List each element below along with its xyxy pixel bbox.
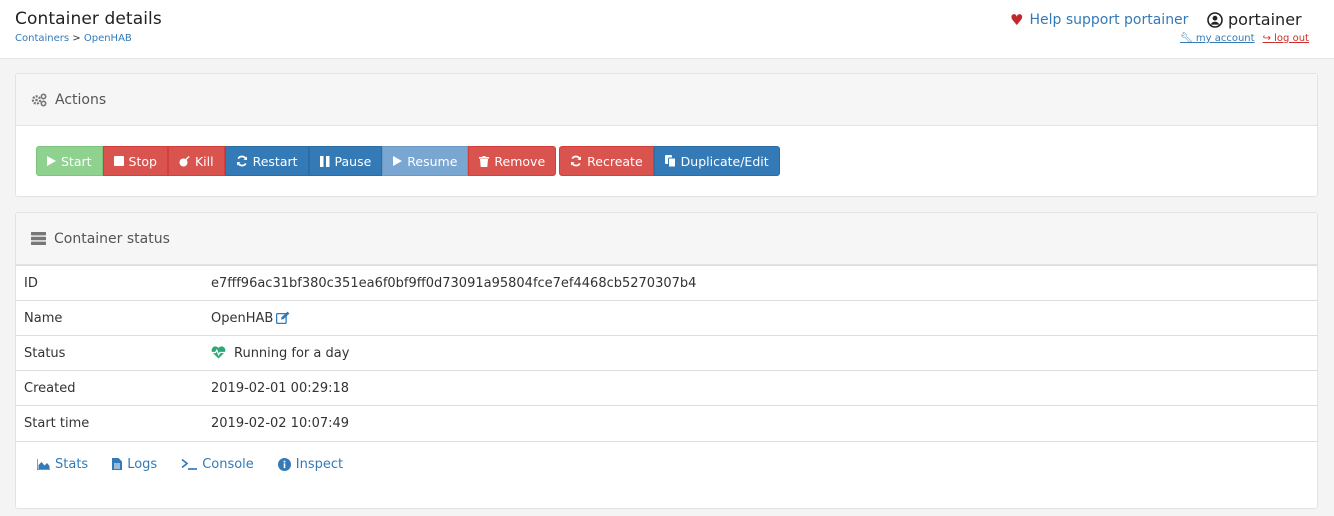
user-block: portainer	[1207, 10, 1302, 29]
start-time-label: Start time	[16, 405, 203, 441]
table-row: Name OpenHAB	[16, 300, 1317, 336]
breadcrumb-separator: >	[72, 33, 81, 44]
refresh-icon	[236, 155, 248, 167]
resume-label: Resume	[407, 153, 458, 169]
pause-label: Pause	[334, 153, 372, 169]
breadcrumb-current[interactable]: OpenHAB	[84, 33, 132, 44]
info-circle-icon	[277, 457, 291, 471]
resume-button[interactable]: Resume	[382, 146, 469, 176]
help-support-link[interactable]: ♥ Help support portainer	[1010, 11, 1188, 29]
inspect-link[interactable]: Inspect	[277, 456, 344, 472]
refresh-icon	[570, 155, 582, 167]
actions-panel: Actions Start Stop Kill Restart Pause Re…	[15, 73, 1318, 197]
created-value: 2019-02-01 00:29:18	[203, 370, 1317, 406]
area-chart-icon	[37, 458, 50, 470]
stop-icon	[113, 156, 124, 166]
stats-link[interactable]: Stats	[37, 457, 88, 472]
breadcrumb-containers-link[interactable]: Containers	[15, 33, 69, 44]
copy-icon	[664, 155, 676, 167]
wrench-icon: 🔧︎	[1180, 33, 1193, 44]
status-label: Status	[16, 335, 203, 371]
console-label: Console	[202, 456, 254, 472]
stats-label: Stats	[55, 456, 89, 472]
server-icon	[31, 232, 46, 245]
container-status-panel: Container status ID e7fff96ac31bf380c351…	[15, 212, 1318, 509]
terminal-icon	[181, 458, 198, 470]
name-value: OpenHAB	[211, 310, 274, 326]
id-value: e7fff96ac31bf380c351ea6f0bf9ff0d73091a95…	[203, 265, 1317, 301]
action-button-group-main: Start Stop Kill Restart Pause Resume Rem…	[36, 146, 557, 176]
logs-link[interactable]: Logs	[112, 457, 157, 472]
pause-icon	[319, 155, 330, 167]
trash-icon	[479, 155, 490, 167]
actions-title: Actions	[55, 91, 107, 108]
kill-label: Kill	[194, 153, 214, 169]
cogs-icon	[31, 92, 47, 107]
created-label: Created	[16, 370, 203, 406]
heartbeat-icon	[211, 345, 226, 359]
table-row: Start time 2019-02-02 10:07:49	[16, 405, 1317, 441]
user-circle-icon	[1207, 11, 1223, 28]
remove-button[interactable]: Remove	[468, 146, 557, 176]
action-button-group-secondary: Recreate Duplicate/Edit	[559, 146, 780, 176]
status-value: Running for a day	[234, 345, 350, 361]
start-label: Start	[61, 153, 92, 169]
my-account-label: my account	[1195, 33, 1255, 44]
action-buttons: Start Stop Kill Restart Pause Resume Rem…	[36, 146, 780, 176]
account-links: 🔧︎ my account ↪ log out	[1180, 33, 1309, 44]
username: portainer	[1228, 10, 1302, 29]
page-title: Container details	[15, 9, 162, 29]
console-link[interactable]: Console	[181, 457, 254, 472]
duplicate-edit-label: Duplicate/Edit	[680, 153, 769, 169]
page-header: Container details Containers > OpenHAB ♥…	[0, 0, 1334, 59]
stop-label: Stop	[128, 153, 157, 169]
id-label: ID	[16, 265, 203, 301]
container-status-header: Container status	[16, 213, 1317, 265]
restart-label: Restart	[252, 153, 298, 169]
name-cell: OpenHAB	[203, 300, 1317, 336]
restart-button[interactable]: Restart	[224, 146, 309, 176]
play-icon	[393, 156, 403, 166]
start-button[interactable]: Start	[36, 146, 103, 176]
log-out-link[interactable]: ↪ log out	[1263, 33, 1309, 44]
file-text-icon	[112, 458, 123, 470]
pause-button[interactable]: Pause	[308, 146, 383, 176]
start-time-value: 2019-02-02 10:07:49	[203, 405, 1317, 441]
edit-icon[interactable]	[276, 311, 290, 324]
help-support-label: Help support portainer	[1029, 12, 1189, 28]
my-account-link[interactable]: 🔧︎ my account	[1180, 33, 1255, 44]
status-cell: Running for a day	[203, 335, 1317, 371]
container-links: Stats Logs Console Inspect	[16, 440, 1317, 487]
name-label: Name	[16, 300, 203, 336]
duplicate-edit-button[interactable]: Duplicate/Edit	[653, 146, 780, 176]
kill-button[interactable]: Kill	[167, 146, 225, 176]
bomb-icon	[179, 155, 190, 167]
remove-label: Remove	[494, 153, 546, 169]
stop-button[interactable]: Stop	[102, 146, 168, 176]
heart-icon: ♥	[1010, 11, 1024, 29]
logs-label: Logs	[127, 456, 158, 472]
actions-header: Actions	[16, 74, 1317, 126]
sign-out-icon: ↪	[1262, 33, 1271, 44]
table-row: Status Running for a day	[16, 335, 1317, 371]
table-row: Created 2019-02-01 00:29:18	[16, 370, 1317, 406]
breadcrumb: Containers > OpenHAB	[15, 33, 132, 44]
recreate-button[interactable]: Recreate	[559, 146, 654, 176]
container-status-table: ID e7fff96ac31bf380c351ea6f0bf9ff0d73091…	[16, 265, 1317, 441]
container-status-title: Container status	[54, 230, 170, 247]
log-out-label: log out	[1274, 33, 1309, 44]
table-row: ID e7fff96ac31bf380c351ea6f0bf9ff0d73091…	[16, 265, 1317, 301]
recreate-label: Recreate	[587, 153, 643, 169]
play-icon	[47, 156, 56, 166]
inspect-label: Inspect	[295, 456, 344, 472]
